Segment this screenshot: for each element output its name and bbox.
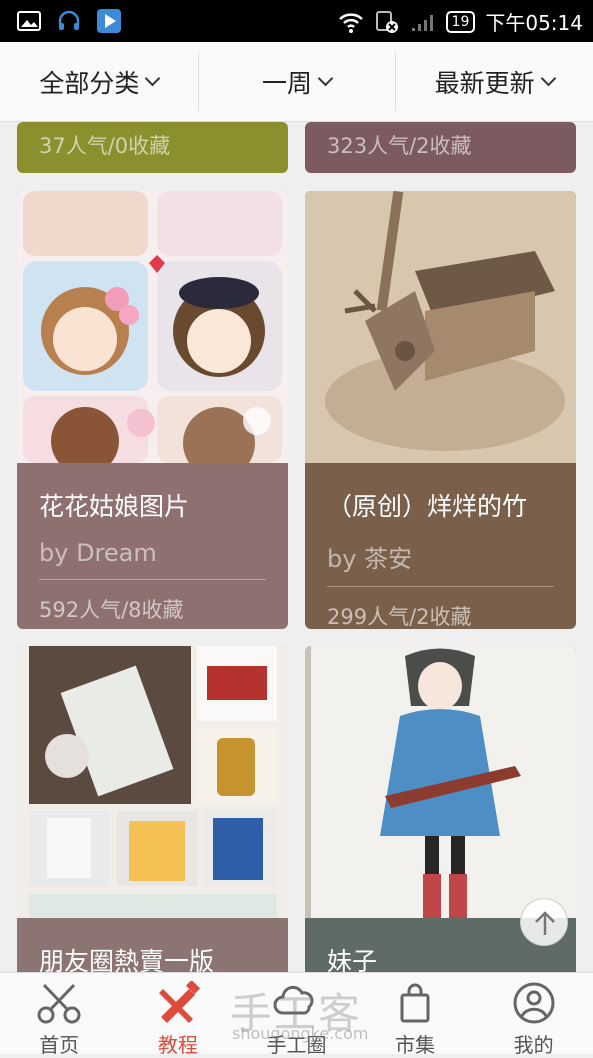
card-stats: 299人气/2收藏 [327,605,472,629]
card-author: by 茶安 [327,539,554,587]
card-author: by Dream [39,539,266,580]
headset-icon [58,10,80,30]
signal-icon [411,14,433,31]
filter-category[interactable]: 全部分类 [0,42,198,121]
person-icon [513,982,555,1024]
card-thumbnail [17,646,288,918]
card-title: 朋友圈熱賣一版 [39,947,215,972]
card-title: 花花姑娘图片 [39,492,190,521]
tutorial-card[interactable]: 花花姑娘图片 by Dream 592人气/8收藏 [17,191,288,629]
tab-market[interactable]: 市集 [356,973,475,1057]
tutorial-card[interactable]: （原创）烊烊的竹 by 茶安 299人气/2收藏 [305,191,576,629]
status-time: 下午05:14 [485,11,583,35]
tutorial-card[interactable]: 323人气/2收藏 [305,122,576,173]
card-stats: 323人气/2收藏 [327,134,472,158]
tutorial-card[interactable]: 朋友圈熱賣一版 [17,646,288,972]
play-store-icon [97,9,121,33]
scroll-top-button[interactable] [520,898,568,946]
tab-profile[interactable]: 我的 [474,973,593,1057]
bag-icon [400,983,430,1023]
card-title: （原创）烊烊的竹 [327,492,528,521]
card-thumbnail [305,646,576,918]
watermark-domain: shougongke.com [232,1024,369,1043]
chevron-down-icon [317,70,334,86]
wifi-icon [338,12,363,33]
filter-bar: 全部分类 一周 最新更新 [0,42,593,122]
tutorial-feed: 37人气/0收藏 323人气/2收藏 花花姑娘图片 by Dream 592人气… [0,122,593,972]
sim-off-icon [375,10,398,33]
card-stats: 37人气/0收藏 [39,134,171,158]
scissors-icon [37,983,81,1024]
battery-indicator: 19 [445,10,476,33]
arrow-up-icon [535,911,555,935]
tab-tutorial[interactable]: 教程 [119,973,238,1057]
card-title: 妹子 [327,947,378,972]
tab-home[interactable]: 首页 [0,973,119,1057]
filter-sort[interactable]: 最新更新 [395,42,593,121]
status-bar: 19 下午05:14 [0,0,593,42]
gallery-icon [17,11,41,31]
chevron-down-icon [145,70,161,86]
chevron-down-icon [540,70,556,86]
card-thumbnail [305,191,576,463]
filter-period[interactable]: 一周 [197,42,396,121]
card-stats: 592人气/8收藏 [39,598,184,622]
tutorial-card[interactable]: 37人气/0收藏 [17,122,288,173]
card-thumbnail [17,191,288,463]
tools-icon [158,981,200,1023]
